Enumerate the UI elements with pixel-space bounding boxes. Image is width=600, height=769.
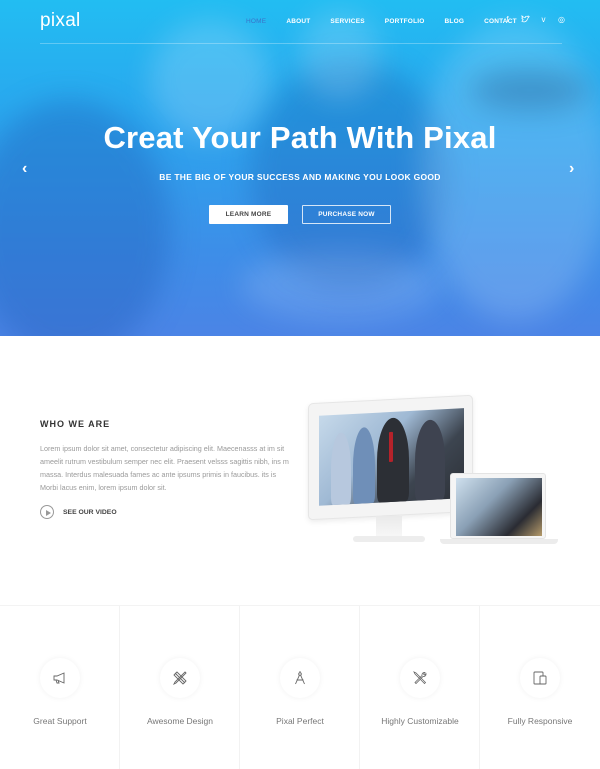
about-title: WHO WE ARE	[40, 419, 111, 429]
nav-blog[interactable]: BLOG	[445, 18, 465, 25]
laptop-screen-photo	[456, 478, 542, 536]
desktop-monitor-image	[308, 394, 473, 521]
feature-highly-customizable: Highly Customizable	[360, 606, 480, 769]
feature-fully-responsive: Fully Responsive	[480, 606, 600, 769]
facebook-icon[interactable]: f	[503, 15, 512, 25]
tools-icon	[400, 658, 440, 698]
feature-great-support: Great Support	[0, 606, 120, 769]
pencil-ruler-icon	[160, 658, 200, 698]
laptop-image	[450, 473, 546, 539]
social-links: f v ◎	[503, 15, 566, 25]
nav-portfolio[interactable]: PORTFOLIO	[385, 18, 425, 25]
feature-awesome-design: Awesome Design	[120, 606, 240, 769]
monitor-base	[353, 536, 425, 542]
video-label[interactable]: SEE OUR VIDEO	[63, 509, 117, 516]
hero-subtitle: BE THE BIG OF YOUR SUCCESS AND MAKING YO…	[159, 172, 441, 182]
laptop-base	[440, 539, 558, 544]
hero-section: pixal HOME ABOUT SERVICES PORTFOLIO BLOG…	[0, 0, 600, 336]
main-nav: HOME ABOUT SERVICES PORTFOLIO BLOG CONTA…	[246, 18, 537, 25]
monitor-screen-photo	[319, 408, 464, 506]
feature-pixal-perfect: Pixal Perfect	[240, 606, 360, 769]
feature-label: Awesome Design	[147, 716, 213, 726]
devices-icon	[520, 658, 560, 698]
feature-label: Fully Responsive	[507, 716, 573, 726]
feature-label: Pixal Perfect	[276, 716, 324, 726]
play-icon[interactable]	[40, 505, 54, 519]
navbar: pixal HOME ABOUT SERVICES PORTFOLIO BLOG…	[40, 0, 565, 44]
feature-label: Great Support	[33, 716, 87, 726]
twitter-icon[interactable]	[521, 15, 531, 25]
hero-background-photo	[0, 0, 600, 336]
vimeo-icon[interactable]: v	[539, 15, 548, 25]
nav-services[interactable]: SERVICES	[330, 18, 364, 25]
nav-about[interactable]: ABOUT	[286, 18, 310, 25]
dribbble-icon[interactable]: ◎	[557, 15, 566, 25]
compass-icon	[280, 658, 320, 698]
monitor-stand	[376, 516, 402, 538]
see-video-link[interactable]: SEE OUR VIDEO	[40, 505, 117, 519]
features-row: Great Support Awesome Design Pixal Perfe…	[0, 605, 600, 769]
feature-label: Highly Customizable	[381, 716, 459, 726]
about-text: Lorem ipsum dolor sit amet, consectetur …	[40, 444, 289, 492]
megaphone-icon	[40, 658, 80, 698]
learn-more-button[interactable]: LEARN MORE	[209, 205, 288, 224]
logo[interactable]: pixal	[40, 10, 81, 32]
hero-title: Creat Your Path With Pixal	[103, 120, 497, 155]
nav-home[interactable]: HOME	[246, 18, 266, 25]
purchase-now-button[interactable]: PURCHASE NOW	[302, 205, 391, 224]
